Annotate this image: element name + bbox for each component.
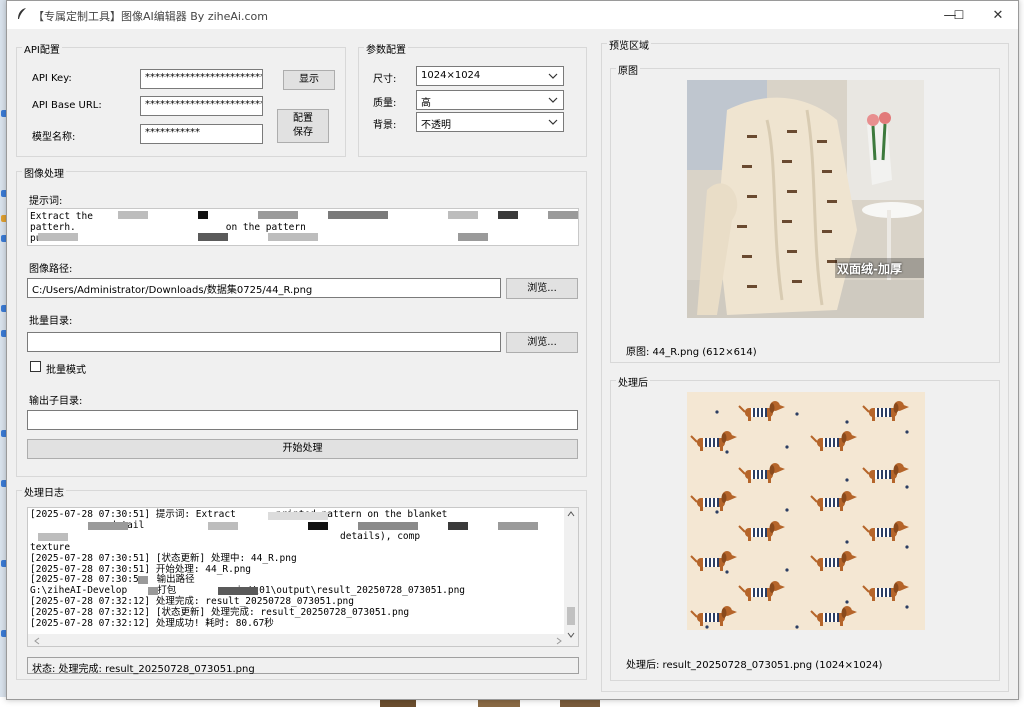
prompt-label: 提示词:: [29, 196, 63, 207]
api-config-group: API配置 API Key: *************************…: [16, 41, 346, 157]
original-caption: 原图: 44_R.png (612×614): [626, 347, 757, 358]
redaction-block: [548, 211, 578, 219]
title-bar: 【专属定制工具】图像AI编辑器 By ziheAi.com — ☐ ✕: [7, 1, 1018, 29]
redaction-block: [328, 211, 388, 219]
size-select[interactable]: 1024×1024: [416, 66, 564, 86]
prompt-line: Extract the: [30, 211, 93, 222]
output-subdir-label: 输出子目录:: [29, 396, 83, 407]
original-label: 原图: [616, 62, 640, 77]
redaction-block: [138, 576, 148, 584]
redaction-block: [448, 211, 478, 219]
model-name-label: 模型名称:: [32, 132, 76, 143]
redaction-block: [498, 522, 538, 530]
redaction-block: [458, 233, 488, 241]
redaction-block: [198, 211, 208, 219]
api-base-url-label: API Base URL:: [32, 100, 102, 111]
original-group: 原图 双面绒-加厚 原图: 44_R.png (612×614): [610, 62, 1000, 363]
redaction-block: [258, 211, 298, 219]
browse-image-button[interactable]: 浏览...: [506, 278, 578, 299]
size-label: 尺寸:: [373, 74, 397, 85]
batch-dir-field[interactable]: [27, 332, 501, 352]
log-line: details), comp: [340, 530, 421, 542]
chevron-down-icon: [548, 119, 558, 125]
feather-icon: [18, 8, 26, 19]
prompt-line: patterh. on the pattern: [30, 222, 306, 233]
original-image: 双面绒-加厚: [687, 80, 924, 318]
start-process-button[interactable]: 开始处理: [27, 439, 578, 459]
api-key-field[interactable]: ****************************: [140, 69, 263, 89]
scroll-up-icon[interactable]: [567, 511, 575, 517]
redaction-block: [118, 211, 148, 219]
api-base-url-field[interactable]: *************************: [140, 96, 263, 116]
image-process-group: 图像处理 提示词: Extract the patterh. on the pat…: [16, 165, 587, 477]
model-name-field[interactable]: ***********: [140, 124, 263, 144]
processed-label: 处理后: [616, 374, 650, 389]
log-line: texture: [30, 541, 71, 553]
scroll-down-icon[interactable]: [567, 632, 575, 638]
redaction-block: [268, 512, 328, 520]
redaction-block: [198, 233, 228, 241]
watermark-text: 双面绒-加厚: [837, 262, 902, 276]
prompt-textarea[interactable]: Extract the patterh. on the pattern pu: [27, 208, 579, 246]
log-group: 处理日志 [2025-07-28 07:30:51] 提示词: Extract p…: [16, 484, 587, 680]
log-label: 处理日志: [22, 484, 66, 499]
batch-mode-checkbox[interactable]: [30, 361, 41, 372]
redaction-block: [448, 522, 468, 530]
log-line: [2025-07-28 07:32:12] 处理成功! 耗时: 80.67秒: [30, 618, 274, 630]
log-scrollbar[interactable]: [564, 508, 578, 646]
batch-dir-label: 批量目录:: [29, 316, 73, 327]
redaction-block: [358, 522, 418, 530]
show-key-button[interactable]: 显示: [283, 70, 335, 90]
redaction-block: [38, 533, 68, 541]
image-path-label: 图像路径:: [29, 264, 73, 275]
maximize-button[interactable]: ☐: [939, 1, 979, 29]
redaction-block: [218, 587, 258, 595]
param-config-group: 参数配置 尺寸: 1024×1024 质量: 高 背景: 不透明: [358, 41, 587, 157]
redaction-block: [148, 587, 158, 595]
chevron-down-icon: [548, 97, 558, 103]
processed-image: [687, 392, 925, 630]
background-value: 不透明: [421, 120, 451, 131]
log-textarea[interactable]: [2025-07-28 07:30:51] 提示词: Extract printe…: [27, 507, 579, 647]
processed-group: 处理后 处理后: result_20250728_073051.png (102…: [610, 374, 1000, 681]
redaction-block: [498, 211, 518, 219]
size-value: 1024×1024: [421, 70, 481, 81]
redaction-block: [88, 522, 128, 530]
api-key-label: API Key:: [32, 73, 72, 84]
background-select[interactable]: 不透明: [416, 112, 564, 132]
background-label: 背景:: [373, 120, 397, 131]
image-process-label: 图像处理: [22, 165, 66, 180]
log-hscrollbar[interactable]: [28, 634, 566, 646]
scroll-thumb[interactable]: [567, 607, 575, 625]
scroll-left-icon[interactable]: [34, 637, 40, 645]
redaction-block: [308, 522, 328, 530]
preview-group: 预览区域 原图 双面绒-加厚 原图: 44_R.png (612×614) 处理…: [601, 37, 1009, 692]
preview-label: 预览区域: [607, 37, 651, 52]
save-config-button[interactable]: 配置 保存: [277, 109, 329, 143]
window-title: 【专属定制工具】图像AI编辑器 By ziheAi.com: [33, 10, 268, 23]
browse-batch-button[interactable]: 浏览...: [506, 332, 578, 353]
quality-value: 高: [421, 98, 431, 109]
chevron-down-icon: [548, 73, 558, 79]
redaction-block: [208, 522, 238, 530]
output-subdir-field[interactable]: [27, 410, 578, 430]
param-config-label: 参数配置: [364, 41, 408, 56]
processed-caption: 处理后: result_20250728_073051.png (1024×10…: [626, 660, 883, 671]
close-button[interactable]: ✕: [975, 1, 1021, 29]
redaction-block: [268, 233, 318, 241]
status-bar: 状态: 处理完成: result_20250728_073051.png: [27, 657, 579, 675]
scroll-right-icon[interactable]: [556, 637, 562, 645]
log-line: [2025-07-28 07:30:51] [状态更新] 处理中: 44_R.p…: [30, 552, 297, 564]
quality-label: 质量:: [373, 98, 397, 109]
api-config-label: API配置: [22, 41, 62, 56]
quality-select[interactable]: 高: [416, 90, 564, 110]
redaction-block: [38, 233, 78, 241]
batch-mode-label: 批量模式: [46, 365, 86, 376]
app-window: 【专属定制工具】图像AI编辑器 By ziheAi.com — ☐ ✕ API配…: [6, 0, 1019, 700]
image-path-field[interactable]: C:/Users/Administrator/Downloads/数据集0725…: [27, 278, 501, 298]
